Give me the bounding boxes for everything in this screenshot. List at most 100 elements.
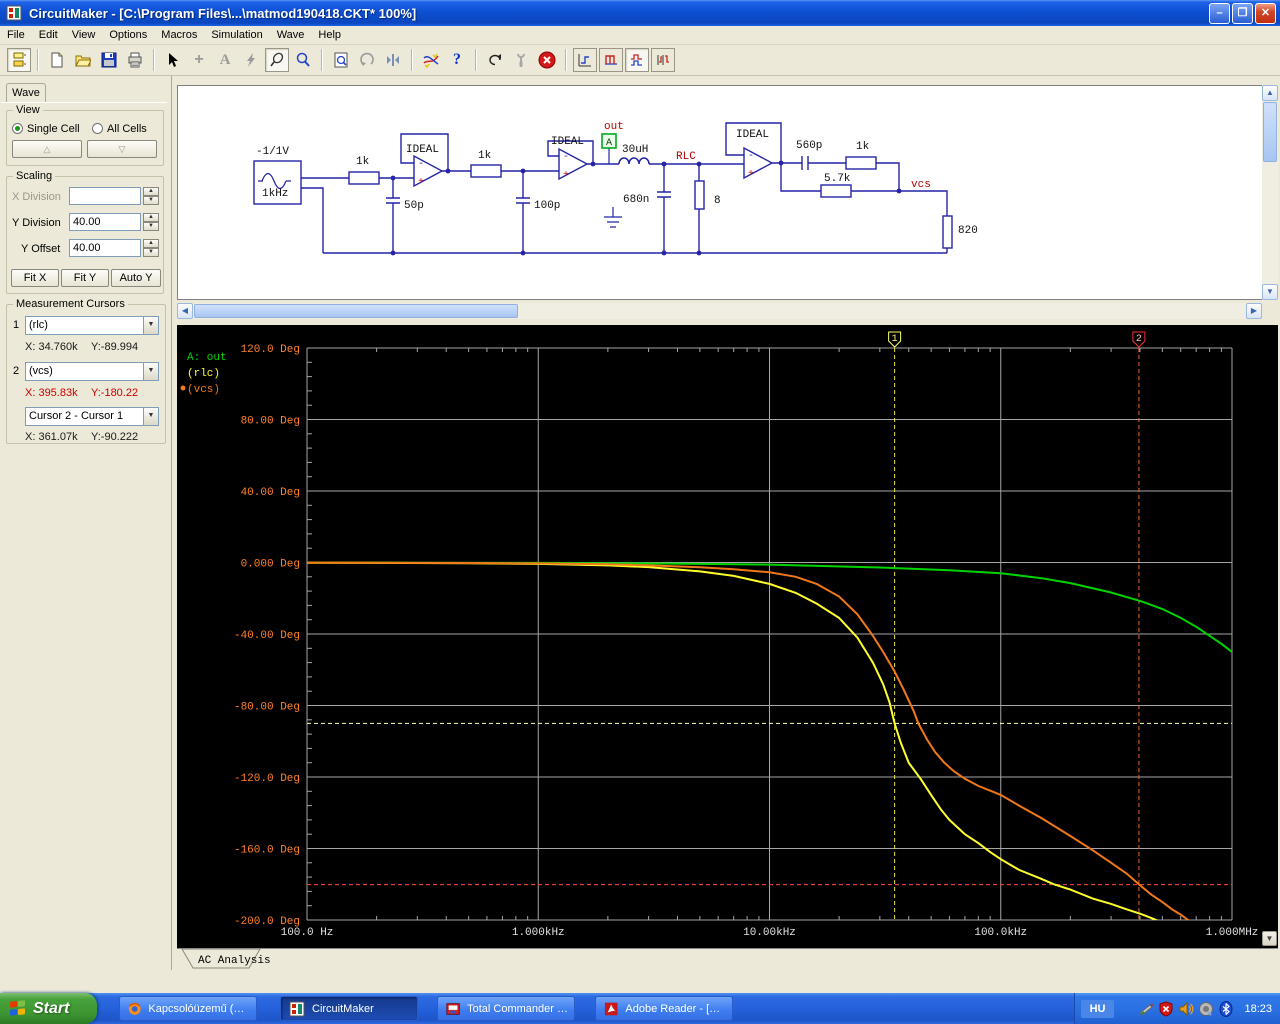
radio-all-cells[interactable]: All Cells <box>92 123 147 135</box>
zoom-tool-button[interactable] <box>291 48 315 72</box>
vertical-scroll-thumb[interactable] <box>1263 102 1277 162</box>
schematic-area[interactable]: -- - - + + + A -1/1V 1kHz 1k 50p IDEAL 1… <box>177 85 1262 300</box>
cursor1-y-readout: Y:-89.994 <box>91 341 139 353</box>
audio-device-tray-icon[interactable] <box>1198 1001 1214 1017</box>
y-division-spinner[interactable]: ▲ ▼ <box>143 213 159 231</box>
help-button[interactable]: ? <box>445 48 469 72</box>
zoom-page-button[interactable] <box>329 48 353 72</box>
source-freq-label: 1kHz <box>262 188 288 200</box>
split-panes-button[interactable] <box>381 48 405 72</box>
y-offset-spinner[interactable]: ▲ ▼ <box>143 239 159 257</box>
parts-browser-icon <box>13 52 26 67</box>
scroll-up-button[interactable]: ▲ <box>1262 85 1278 101</box>
opamp3-label: IDEAL <box>736 129 769 141</box>
title-bar[interactable]: CircuitMaker - [C:\Program Files\...\mat… <box>0 0 1280 26</box>
start-button[interactable]: Start <box>0 993 97 1024</box>
language-indicator[interactable]: HU <box>1080 999 1115 1018</box>
reset-simulation-button[interactable] <box>483 48 507 72</box>
c3-label: 680n <box>623 194 649 206</box>
print-button[interactable] <box>123 48 147 72</box>
ac-analysis-tab[interactable]: AC Analysis <box>181 949 271 970</box>
cursor-diff-select[interactable]: Cursor 2 - Cursor 1 ▼ <box>25 407 159 426</box>
security-shield-tray-icon[interactable] <box>1158 1000 1174 1017</box>
delete-tool-button[interactable] <box>239 48 263 72</box>
cell-down-button[interactable]: ▽ <box>87 140 157 158</box>
radio-single-cell-circle[interactable] <box>12 123 23 134</box>
cursor-diff-dropdown-arrow-icon[interactable]: ▼ <box>143 408 158 425</box>
menu-edit[interactable]: Edit <box>32 27 65 43</box>
open-folder-icon <box>75 55 91 67</box>
svg-text:+: + <box>563 170 569 181</box>
opamp2-label: IDEAL <box>551 136 584 148</box>
x-division-input[interactable] <box>69 187 141 205</box>
y-offset-input[interactable] <box>69 239 141 257</box>
task-circuitmaker[interactable]: CircuitMaker <box>280 996 418 1021</box>
cursor2-dropdown-arrow-icon[interactable]: ▼ <box>143 363 158 380</box>
windows-flag-icon <box>10 999 25 1016</box>
rotate-button[interactable] <box>355 48 379 72</box>
scroll-right-button[interactable]: ▶ <box>1246 303 1262 319</box>
toolbar: + A ? <box>0 45 1280 76</box>
minimize-button[interactable]: – <box>1209 2 1230 24</box>
save-button[interactable] <box>97 48 121 72</box>
open-button[interactable] <box>71 48 95 72</box>
trace-vcs <box>307 561 1190 920</box>
tablet-pen-tray-icon[interactable] <box>1138 1001 1154 1017</box>
cell-up-button[interactable]: △ <box>12 140 82 158</box>
wire-tool-button[interactable]: + <box>187 48 211 72</box>
view-group: View Single Cell All Cells △ ▽ <box>6 104 164 166</box>
menu-file[interactable]: File <box>0 27 32 43</box>
stop-simulation-button[interactable] <box>535 48 559 72</box>
x-division-spinner[interactable]: ▲ ▼ <box>143 187 159 205</box>
waveform-scroll-down-button[interactable]: ▼ <box>1262 931 1277 946</box>
r2-label: 1k <box>478 150 492 162</box>
probe-tool-button[interactable] <box>265 48 289 72</box>
simulation-setup-button[interactable] <box>419 48 443 72</box>
split-display-button[interactable] <box>651 48 675 72</box>
help-icon: ? <box>453 51 461 68</box>
tab-wave[interactable]: Wave <box>6 83 46 103</box>
cursor-arrow-icon <box>169 53 178 67</box>
menu-options[interactable]: Options <box>102 27 154 43</box>
waveform-panel[interactable]: 120.0 Deg 80.00 Deg 40.00 Deg 0.000 Deg -40.… <box>177 325 1278 948</box>
task-firefox[interactable]: Kapcsolóüzemű (PWM... <box>119 996 257 1021</box>
cursor1-dropdown-arrow-icon[interactable]: ▼ <box>143 317 158 334</box>
schematic-horizontal-scrollbar[interactable]: ◀ ▶ <box>177 303 1262 319</box>
menu-help[interactable]: Help <box>311 27 348 43</box>
combined-display-button[interactable] <box>625 48 649 72</box>
scroll-down-button[interactable]: ▼ <box>1262 284 1278 300</box>
digital-display-button[interactable] <box>573 48 597 72</box>
cursor1-source-select[interactable]: (rlc) ▼ <box>25 316 159 335</box>
menu-view[interactable]: View <box>65 27 103 43</box>
fit-y-button[interactable]: Fit Y <box>61 269 109 287</box>
y-division-input[interactable] <box>69 213 141 231</box>
scroll-left-button[interactable]: ◀ <box>177 303 193 319</box>
volume-tray-icon[interactable] <box>1178 1001 1194 1017</box>
radio-single-cell[interactable]: Single Cell <box>12 123 80 135</box>
menu-wave[interactable]: Wave <box>270 27 312 43</box>
task-total-commander[interactable]: Total Commander 6.5... <box>437 996 575 1021</box>
select-tool-button[interactable] <box>161 48 185 72</box>
analog-display-button[interactable] <box>599 48 623 72</box>
task-adobe-reader[interactable]: Adobe Reader - [Sza... <box>595 996 733 1021</box>
close-button[interactable]: ✕ <box>1255 2 1276 24</box>
svg-text:120.0 Deg: 120.0 Deg <box>241 344 300 356</box>
setup-tool-button[interactable] <box>509 48 533 72</box>
cursor2-source-select[interactable]: (vcs) ▼ <box>25 362 159 381</box>
horizontal-scroll-thumb[interactable] <box>194 304 518 318</box>
restore-button[interactable]: ❐ <box>1232 2 1253 24</box>
auto-y-button[interactable]: Auto Y <box>111 269 161 287</box>
schematic-vertical-scrollbar[interactable]: ▲ ▼ <box>1262 85 1278 300</box>
text-tool-button[interactable]: A <box>213 48 237 72</box>
menu-simulation[interactable]: Simulation <box>204 27 269 43</box>
bluetooth-tray-icon[interactable] <box>1218 1000 1234 1017</box>
fit-x-button[interactable]: Fit X <box>11 269 59 287</box>
toolbar-separator <box>565 49 567 71</box>
taskbar-clock[interactable]: 18:23 <box>1244 1003 1272 1015</box>
new-button[interactable] <box>45 48 69 72</box>
menu-macros[interactable]: Macros <box>154 27 204 43</box>
parts-browser-button[interactable] <box>7 48 31 72</box>
task-total-commander-label: Total Commander 6.5... <box>467 1002 568 1015</box>
svg-text:2: 2 <box>1136 334 1142 345</box>
radio-all-cells-circle[interactable] <box>92 123 104 134</box>
